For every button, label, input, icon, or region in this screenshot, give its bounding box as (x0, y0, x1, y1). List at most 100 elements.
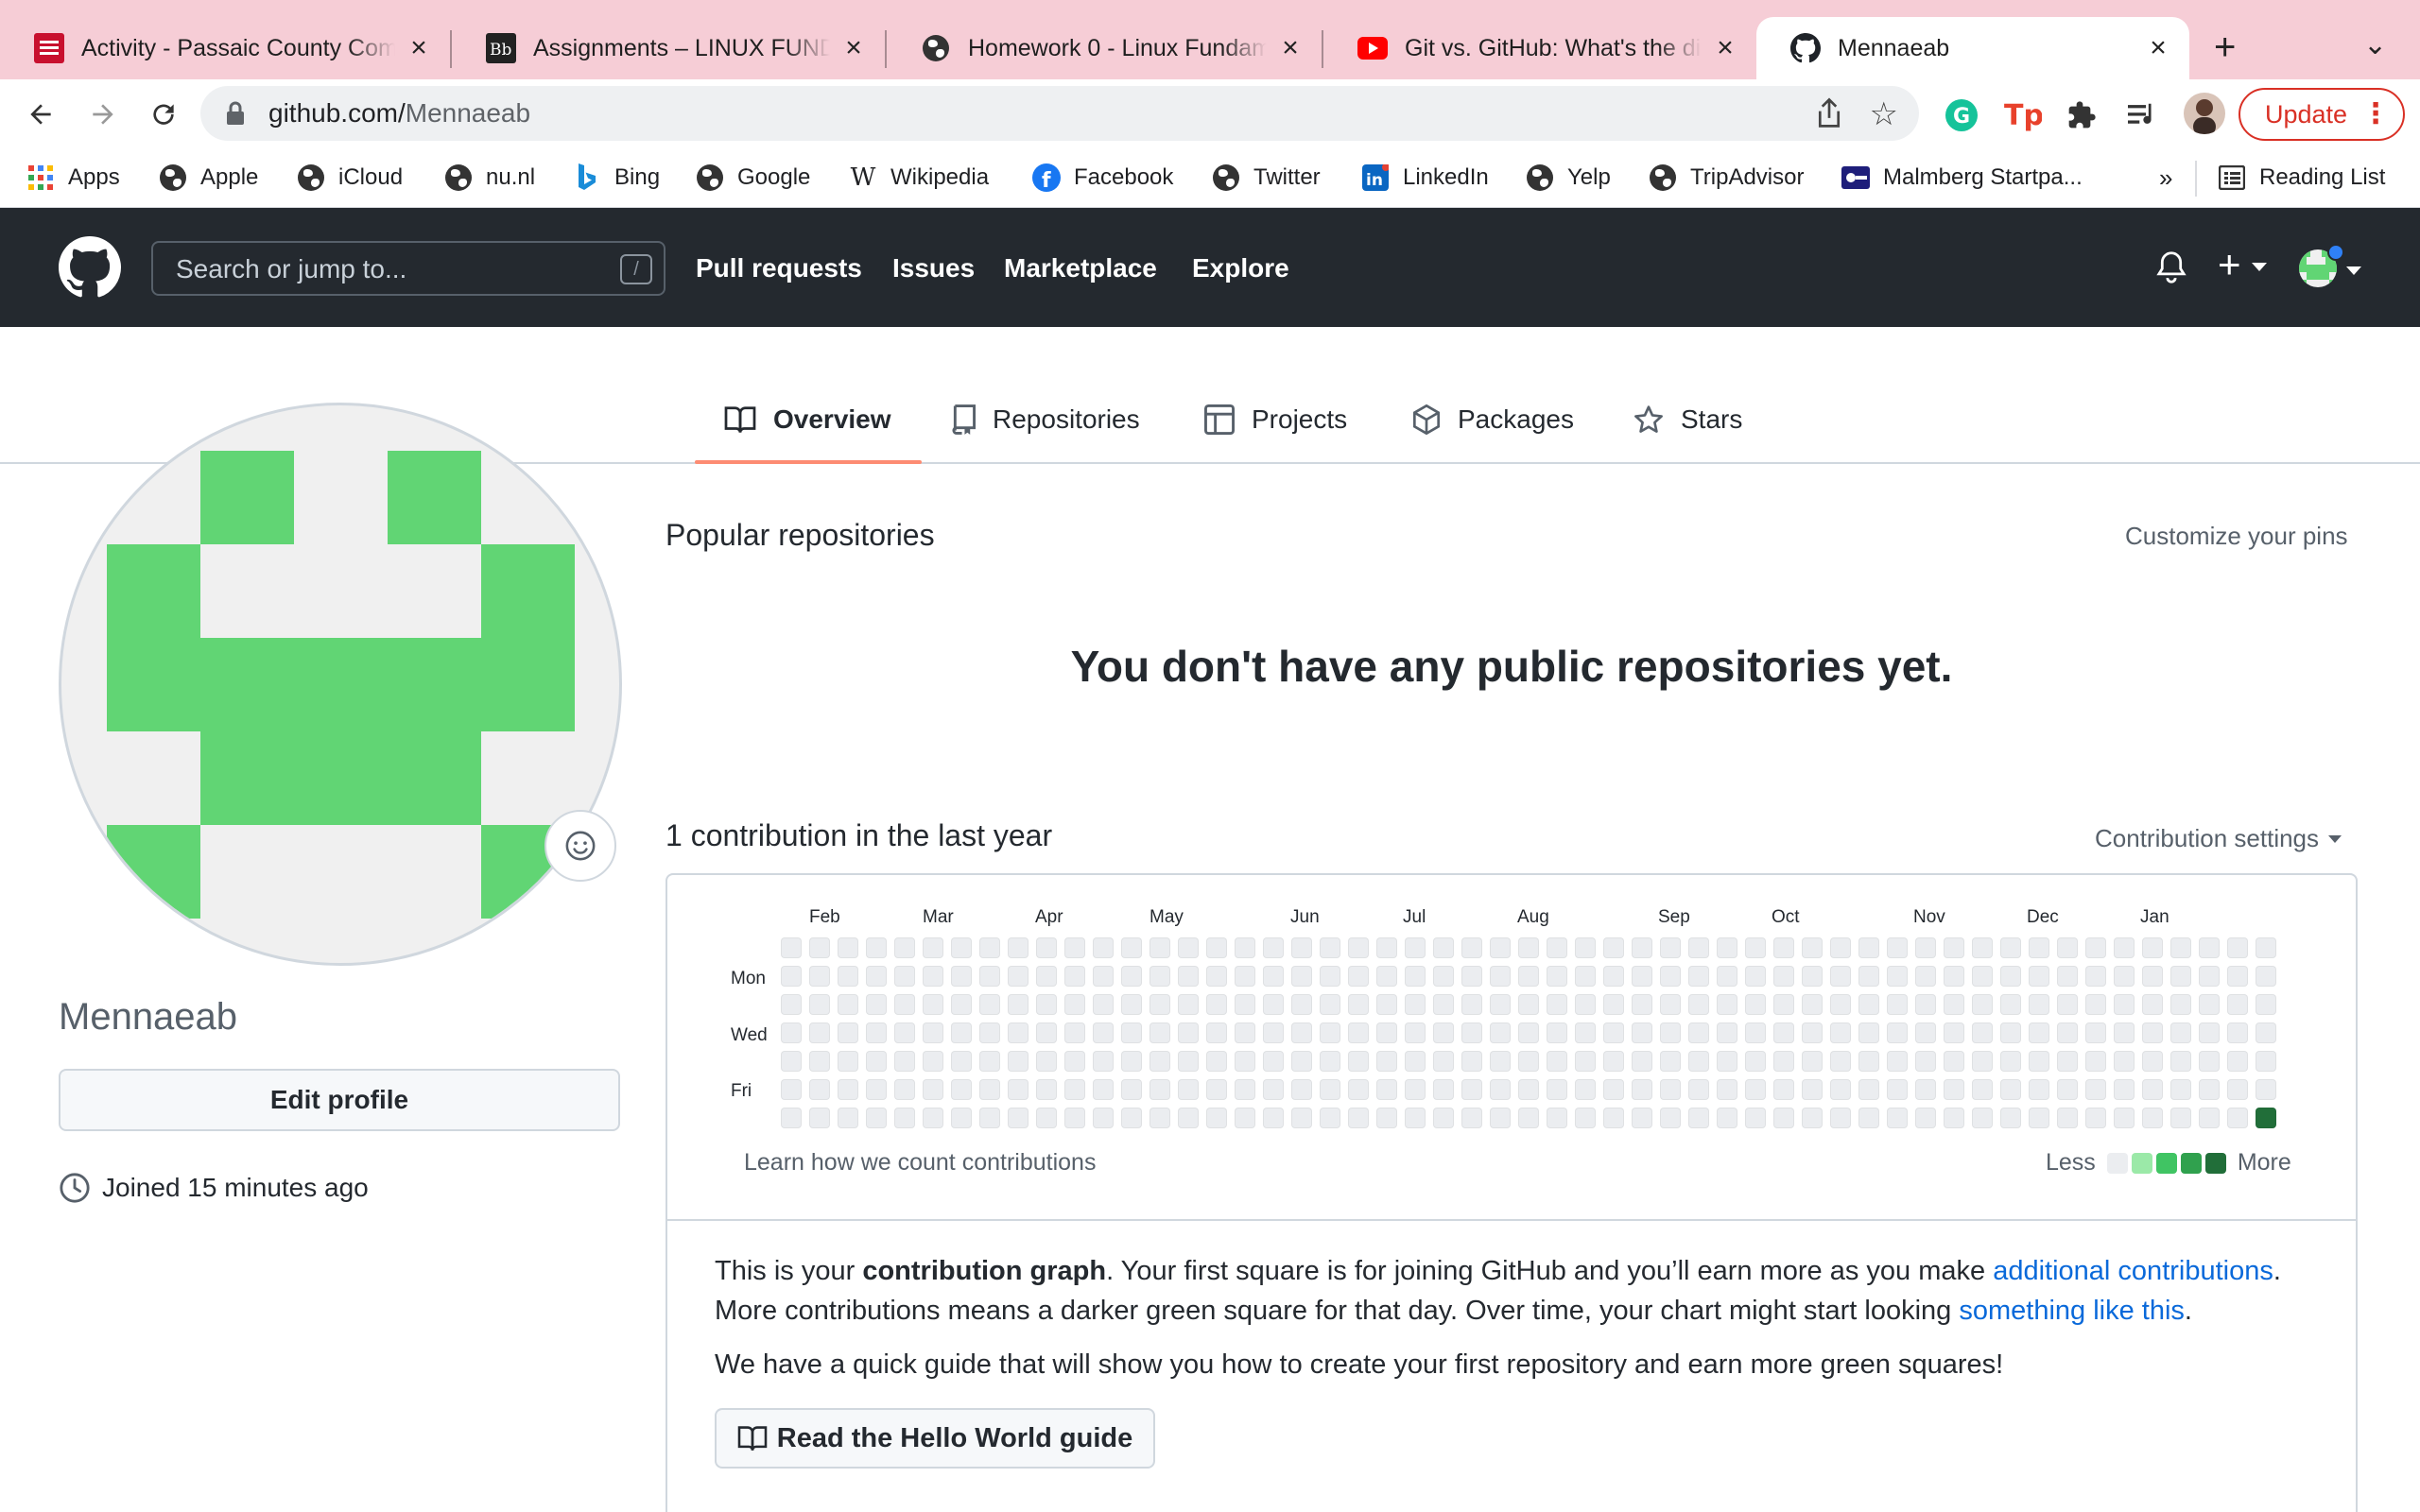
contribution-day-cell[interactable] (1064, 1022, 1085, 1043)
nav-explore[interactable]: Explore (1192, 253, 1289, 284)
contribution-day-cell[interactable] (866, 994, 887, 1015)
bookmark-bing[interactable]: Bing (573, 161, 660, 195)
contribution-day-cell[interactable] (1008, 966, 1028, 987)
contribution-day-cell[interactable] (2085, 1022, 2106, 1043)
contribution-day-cell[interactable] (979, 1051, 1000, 1072)
contribution-day-cell[interactable] (1688, 966, 1709, 987)
contribution-day-cell[interactable] (1688, 994, 1709, 1015)
contribution-day-cell[interactable] (2227, 966, 2248, 987)
contribution-day-cell[interactable] (1178, 937, 1199, 958)
contribution-day-cell[interactable] (1150, 1051, 1170, 1072)
contribution-day-cell[interactable] (1433, 1079, 1454, 1100)
contribution-day-cell[interactable] (1008, 1051, 1028, 1072)
contribution-day-cell[interactable] (1008, 1022, 1028, 1043)
contribution-day-cell[interactable] (1206, 937, 1227, 958)
contribution-day-cell[interactable] (1717, 1108, 1737, 1128)
contribution-day-cell[interactable] (1206, 994, 1227, 1015)
contribution-day-cell[interactable] (1575, 1022, 1596, 1043)
contribution-day-cell[interactable] (2170, 937, 2191, 958)
contribution-day-cell[interactable] (2227, 1108, 2248, 1128)
contribution-day-cell[interactable] (894, 937, 915, 958)
contribution-day-cell[interactable] (1858, 1108, 1879, 1128)
contribution-day-cell[interactable] (1603, 994, 1624, 1015)
contribution-day-cell[interactable] (1632, 994, 1652, 1015)
contribution-day-cell[interactable] (951, 1108, 972, 1128)
contribution-day-cell[interactable] (2029, 1022, 2049, 1043)
contribution-day-cell[interactable] (1660, 937, 1681, 958)
contribution-day-cell[interactable] (1206, 966, 1227, 987)
contribution-day-cell[interactable] (1632, 1051, 1652, 1072)
contribution-day-cell[interactable] (894, 1079, 915, 1100)
contribution-day-cell[interactable] (1887, 994, 1908, 1015)
contribution-day-cell[interactable] (1830, 1108, 1851, 1128)
contribution-day-cell[interactable] (838, 966, 858, 987)
contribution-day-cell[interactable] (2227, 994, 2248, 1015)
contribution-day-cell[interactable] (809, 1079, 830, 1100)
bookmark-apps[interactable]: Apps (26, 161, 120, 195)
contribution-day-cell[interactable] (2142, 1051, 2163, 1072)
tp-extension-icon[interactable]: Tp (2004, 96, 2042, 134)
contribution-day-cell[interactable] (2256, 966, 2276, 987)
contribution-day-cell[interactable] (1660, 994, 1681, 1015)
tab-stars[interactable]: Stars (1634, 399, 1742, 440)
reading-list[interactable]: Reading List (2218, 161, 2385, 195)
contribution-day-cell[interactable] (1320, 937, 1340, 958)
contribution-day-cell[interactable] (979, 994, 1000, 1015)
contribution-day-cell[interactable] (1376, 1079, 1397, 1100)
contribution-day-cell[interactable] (1717, 1079, 1737, 1100)
contribution-day-cell[interactable] (1178, 994, 1199, 1015)
update-button[interactable]: Update ⋮ (2238, 88, 2405, 141)
contribution-day-cell[interactable] (1178, 1051, 1199, 1072)
profile-avatar[interactable] (59, 403, 622, 966)
bookmark-malmberg[interactable]: Malmberg Startpa... (1841, 161, 2083, 195)
contribution-day-cell[interactable] (1093, 1108, 1114, 1128)
contribution-day-cell[interactable] (951, 966, 972, 987)
contribution-day-cell[interactable] (2085, 937, 2106, 958)
contribution-day-cell[interactable] (1461, 994, 1482, 1015)
contribution-day-cell[interactable] (2029, 966, 2049, 987)
contribution-day-cell[interactable] (1235, 966, 1255, 987)
contribution-day-cell[interactable] (1291, 1051, 1312, 1072)
contribution-day-cell[interactable] (1688, 1079, 1709, 1100)
contribution-day-cell[interactable] (1745, 1051, 1766, 1072)
contribution-day-cell[interactable] (1405, 937, 1426, 958)
contribution-day-cell[interactable] (1150, 966, 1170, 987)
contribution-day-cell[interactable] (1461, 1022, 1482, 1043)
contribution-day-cell[interactable] (1405, 1051, 1426, 1072)
contribution-day-cell[interactable] (923, 994, 943, 1015)
contribution-day-cell[interactable] (1773, 1108, 1794, 1128)
contribution-day-cell[interactable] (1603, 1051, 1624, 1072)
contribution-day-cell[interactable] (1490, 1079, 1511, 1100)
contribution-day-cell[interactable] (894, 1108, 915, 1128)
close-icon[interactable]: × (405, 32, 433, 64)
contribution-day-cell[interactable] (1348, 1079, 1369, 1100)
contribution-day-cell[interactable] (2114, 1108, 2135, 1128)
contribution-day-cell[interactable] (2170, 1108, 2191, 1128)
contribution-day-cell[interactable] (781, 966, 802, 987)
contribution-day-cell[interactable] (1150, 937, 1170, 958)
contribution-day-cell[interactable] (2029, 994, 2049, 1015)
contribution-day-cell[interactable] (1320, 1108, 1340, 1128)
browser-tab-passaic[interactable]: Activity - Passaic County Com × (0, 17, 450, 79)
contribution-day-cell[interactable] (951, 994, 972, 1015)
contribution-day-cell[interactable] (809, 966, 830, 987)
contribution-day-cell[interactable] (1121, 1108, 1142, 1128)
contribution-day-cell[interactable] (2199, 1022, 2220, 1043)
contribution-day-cell[interactable] (2142, 1108, 2163, 1128)
contribution-day-cell[interactable] (1376, 1108, 1397, 1128)
contribution-day-cell[interactable] (1773, 1051, 1794, 1072)
contribution-day-cell[interactable] (1915, 1079, 1936, 1100)
contribution-day-cell[interactable] (1830, 1079, 1851, 1100)
contribution-day-cell[interactable] (2170, 1022, 2191, 1043)
contribution-day-cell[interactable] (951, 1079, 972, 1100)
contribution-day-cell[interactable] (1944, 994, 1964, 1015)
edit-profile-button[interactable]: Edit profile (59, 1069, 620, 1131)
contribution-day-cell[interactable] (1632, 1079, 1652, 1100)
contribution-day-cell[interactable] (1575, 994, 1596, 1015)
contribution-day-cell[interactable] (1887, 1079, 1908, 1100)
contribution-day-cell[interactable] (2199, 1108, 2220, 1128)
contribution-day-cell[interactable] (1433, 994, 1454, 1015)
contribution-day-cell[interactable] (1688, 937, 1709, 958)
contribution-day-cell[interactable] (1802, 994, 1823, 1015)
bell-icon[interactable] (2155, 250, 2187, 284)
